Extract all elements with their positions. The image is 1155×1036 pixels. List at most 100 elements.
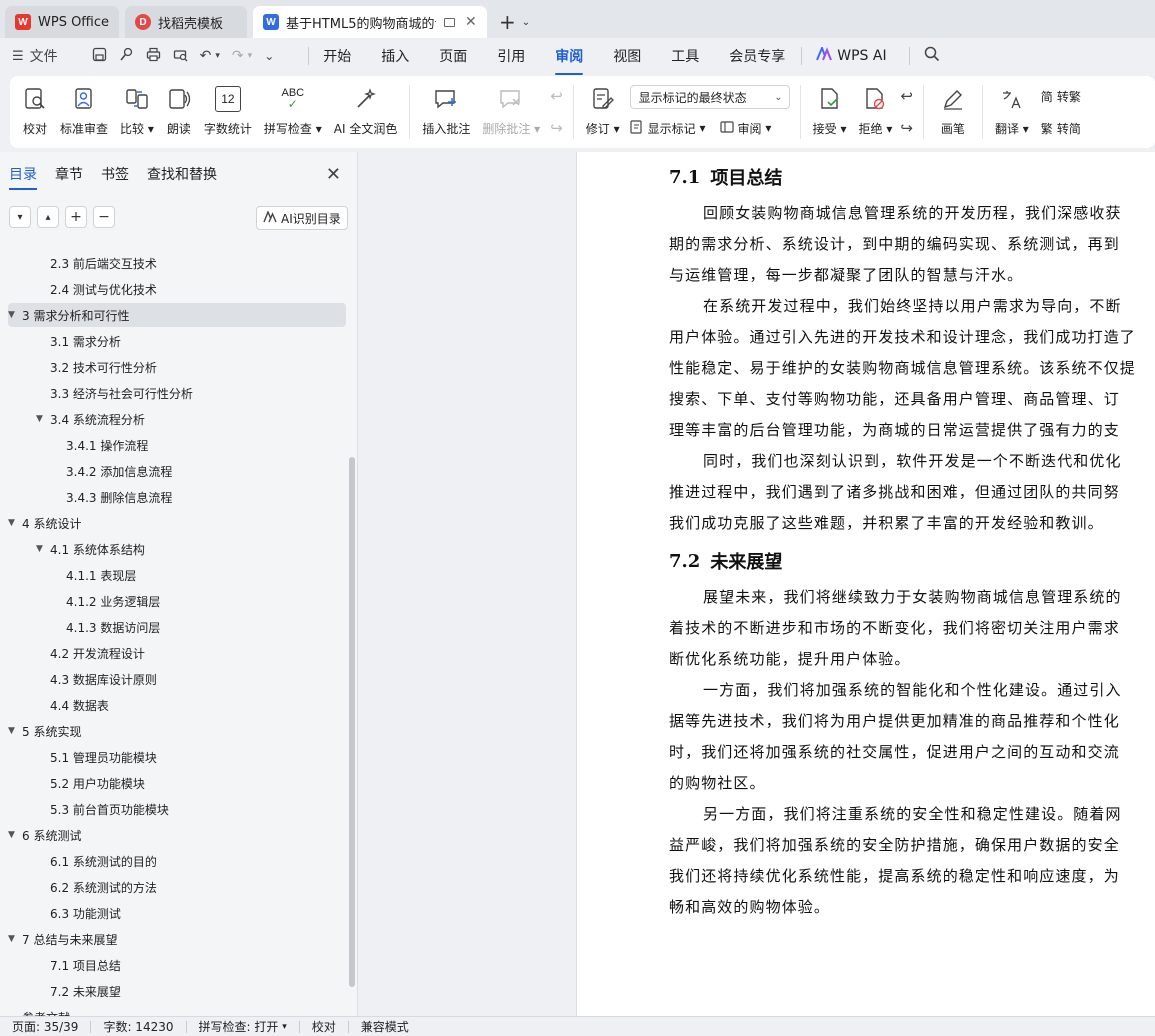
toc-item[interactable]: 3.1 需求分析: [8, 329, 346, 353]
spell-check-button[interactable]: ABC ✓ 拼写检查 ▾: [258, 82, 328, 142]
menu-references[interactable]: 引用: [497, 46, 525, 66]
toc-item[interactable]: 5.3 前台首页功能模块: [8, 797, 346, 821]
more-chevron-icon[interactable]: ⌄: [264, 49, 274, 63]
toc-item[interactable]: 4.1.3 数据访问层: [8, 615, 346, 639]
ai-polish-button[interactable]: AI 全文润色: [328, 82, 404, 142]
compare-button[interactable]: 比较 ▾: [114, 82, 160, 142]
review-pane-button[interactable]: 审阅 ▾: [719, 117, 771, 139]
tab-chapters[interactable]: 章节: [55, 164, 83, 184]
pen-button[interactable]: 画笔: [930, 82, 976, 142]
toc-item[interactable]: 2.3 前后端交互技术: [8, 251, 346, 275]
toc-item[interactable]: ▼ 3 需求分析和可行性: [8, 303, 346, 327]
undo-icon[interactable]: ↶: [200, 48, 212, 64]
menu-page[interactable]: 页面: [439, 46, 467, 66]
toc-item[interactable]: 4.2 开发流程设计: [8, 641, 346, 665]
toc-item[interactable]: 7.2 未来展望: [8, 979, 346, 1003]
toc-item[interactable]: ▼ 7 总结与未来展望: [8, 927, 346, 951]
to-traditional-button[interactable]: 简 转繁: [1041, 85, 1081, 107]
toc-item[interactable]: 3.4.2 添加信息流程: [8, 459, 346, 483]
toc-item[interactable]: 4.1.2 业务逻辑层: [8, 589, 346, 613]
delete-comment-button[interactable]: 删除批注 ▾: [476, 82, 546, 142]
tab-docer-templates[interactable]: D 找稻壳模板: [125, 6, 248, 38]
wps-ai-button[interactable]: WPS AI: [816, 45, 887, 65]
toc-scrollbar[interactable]: [349, 457, 355, 987]
file-menu[interactable]: ☰ 文件: [12, 46, 70, 66]
new-tab-button[interactable]: + ⌄: [493, 6, 536, 38]
toc-item[interactable]: 3.3 经济与社会可行性分析: [8, 381, 346, 405]
translate-button[interactable]: 翻译 ▾: [989, 82, 1035, 142]
toc-item[interactable]: 6.2 系统测试的方法: [8, 875, 346, 899]
document-content[interactable]: 7.1 项目总结 回顾女装购物商城信息管理系统的开发历程，我们深感收获 期的需求分析、…: [669, 162, 1155, 923]
format-painter-icon[interactable]: [119, 47, 134, 66]
expand-triangle-icon[interactable]: ▼: [36, 544, 44, 554]
remove-heading-button[interactable]: −: [93, 206, 115, 228]
toc-item[interactable]: ▼ 3.4 系统流程分析: [8, 407, 346, 431]
toc-item[interactable]: ▼ 6 系统测试: [8, 823, 346, 847]
toc-item[interactable]: 6.1 系统测试的目的: [8, 849, 346, 873]
print-preview-icon[interactable]: [173, 47, 188, 66]
print-icon[interactable]: [146, 47, 161, 66]
word-count-button[interactable]: 12 字数统计: [198, 82, 258, 142]
tab-toc[interactable]: 目录: [9, 164, 37, 190]
tab-wps-office[interactable]: W WPS Office: [5, 6, 120, 38]
expand-triangle-icon[interactable]: ▼: [8, 726, 16, 736]
toc-item[interactable]: ▼ 4 系统设计: [8, 511, 346, 535]
toc-item[interactable]: 5.2 用户功能模块: [8, 771, 346, 795]
search-icon[interactable]: [924, 46, 940, 66]
expand-triangle-icon[interactable]: ▼: [8, 830, 16, 840]
next-change-icon[interactable]: ↪: [900, 117, 913, 139]
collapse-down-button[interactable]: ▾: [9, 206, 31, 228]
undo-dropdown-icon[interactable]: ▾: [215, 51, 220, 61]
collapse-up-button[interactable]: ▴: [37, 206, 59, 228]
read-aloud-button[interactable]: 朗读: [160, 82, 198, 142]
toc-item[interactable]: 7.1 项目总结: [8, 953, 346, 977]
toc-item[interactable]: ▼ 5 系统实现: [8, 719, 346, 743]
ai-toc-button[interactable]: AI识别目录: [256, 206, 348, 230]
proofread-status[interactable]: 校对: [312, 1018, 336, 1035]
expand-triangle-icon[interactable]: ▼: [8, 518, 16, 528]
display-state-dropdown[interactable]: 显示标记的最终状态 ⌄: [629, 85, 790, 109]
menu-home[interactable]: 开始: [323, 46, 351, 66]
tab-find-replace[interactable]: 查找和替换: [147, 164, 217, 184]
track-changes-button[interactable]: 修订 ▾: [580, 82, 626, 142]
monitor-icon[interactable]: [444, 17, 456, 27]
page-indicator[interactable]: 页面: 35/39: [12, 1018, 78, 1035]
next-comment-icon[interactable]: ↪: [550, 117, 563, 139]
toc-item[interactable]: 4.3 数据库设计原则: [8, 667, 346, 691]
redo-icon[interactable]: ↷: [232, 48, 244, 64]
toc-item[interactable]: ▼ 4.1 系统体系结构: [8, 537, 346, 561]
spell-check-status[interactable]: 拼写检查: 打开 ▾: [199, 1018, 287, 1035]
expand-triangle-icon[interactable]: ▼: [8, 310, 16, 320]
toc-item[interactable]: 4.4 数据表: [8, 693, 346, 717]
tab-bookmarks[interactable]: 书签: [101, 164, 129, 184]
insert-comment-button[interactable]: 插入批注: [416, 82, 476, 142]
menu-tools[interactable]: 工具: [671, 46, 699, 66]
add-heading-button[interactable]: +: [65, 206, 87, 228]
previous-change-icon[interactable]: ↩: [900, 85, 913, 107]
reject-button[interactable]: 拒绝 ▾: [853, 82, 899, 142]
close-tab-icon[interactable]: ✕: [465, 14, 477, 30]
chevron-down-icon[interactable]: ⌄: [522, 17, 530, 28]
to-simplified-button[interactable]: 繁 转简: [1041, 117, 1081, 139]
expand-triangle-icon[interactable]: ▼: [36, 414, 44, 424]
word-count-indicator[interactable]: 字数: 14230: [103, 1018, 173, 1035]
document-page[interactable]: 7.1 项目总结 回顾女装购物商城信息管理系统的开发历程，我们深感收获 期的需求分析、…: [576, 152, 1155, 1016]
menu-insert[interactable]: 插入: [381, 46, 409, 66]
toc-item[interactable]: 3.4.1 操作流程: [8, 433, 346, 457]
toc-item[interactable]: 参考文献: [8, 1005, 346, 1017]
menu-membership[interactable]: 会员专享: [729, 46, 785, 66]
show-markup-button[interactable]: 显示标记 ▾: [630, 117, 706, 139]
menu-view[interactable]: 视图: [613, 46, 641, 66]
tab-current-document[interactable]: W 基于HTML5的购物商城的设计 ✕: [253, 6, 488, 38]
accept-button[interactable]: 接受 ▾: [807, 82, 853, 142]
toc-item[interactable]: 6.3 功能测试: [8, 901, 346, 925]
toc-item[interactable]: 4.1.1 表现层: [8, 563, 346, 587]
toc-item[interactable]: 2.4 测试与优化技术: [8, 277, 346, 301]
toc-item[interactable]: 3.2 技术可行性分析: [8, 355, 346, 379]
expand-triangle-icon[interactable]: ▼: [8, 934, 16, 944]
standard-review-button[interactable]: 标准审查: [54, 82, 114, 142]
proofread-button[interactable]: 校对: [16, 82, 54, 142]
toc-item[interactable]: 3.4.3 删除信息流程: [8, 485, 346, 509]
previous-comment-icon[interactable]: ↩: [550, 85, 563, 107]
menu-review[interactable]: 审阅: [555, 46, 584, 75]
